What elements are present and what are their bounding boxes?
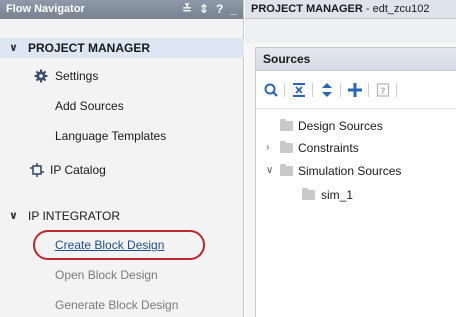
nav-item-label: IP Catalog (50, 163, 106, 177)
svg-text:?: ? (380, 87, 385, 97)
add-icon[interactable] (347, 81, 363, 99)
toolbar-separator (340, 83, 341, 97)
chevron-right-icon[interactable]: › (266, 139, 269, 157)
nav-item-create-block-design[interactable]: Create Block Design (0, 235, 244, 255)
project-manager-title-bold: PROJECT MANAGER (251, 3, 363, 15)
flow-navigator-tools: ≚ ⇕ ? _ (182, 2, 237, 16)
chevron-down-icon[interactable]: ∨ (9, 38, 18, 58)
toolbar-separator (312, 83, 313, 97)
gear-icon (34, 69, 48, 83)
minimize-icon[interactable]: _ (230, 2, 237, 16)
search-icon[interactable] (263, 81, 279, 99)
nav-item-generate-block-design[interactable]: Generate Block Design (0, 295, 244, 315)
tree-item-label: sim_1 (321, 188, 354, 202)
chevron-down-icon[interactable]: ∨ (266, 162, 273, 180)
project-manager-band (245, 19, 456, 43)
expand-all-icon[interactable] (319, 81, 335, 99)
folder-icon (302, 188, 315, 200)
section-label: IP INTEGRATOR (28, 209, 121, 223)
help-icon[interactable]: ? (216, 2, 223, 16)
sources-panel-header[interactable]: Sources (255, 47, 456, 71)
flow-navigator-title: Flow Navigator (6, 3, 85, 15)
nav-item-open-block-design[interactable]: Open Block Design (0, 265, 244, 285)
nav-item-language-templates[interactable]: Language Templates (0, 126, 244, 146)
chevron-down-icon[interactable]: ∨ (9, 206, 18, 226)
flow-navigator-header: Flow Navigator ≚ ⇕ ? _ (0, 0, 243, 19)
nav-item-label: Open Block Design (55, 268, 158, 282)
toolbar-separator (396, 83, 397, 97)
tree-item-label: Simulation Sources (298, 164, 402, 178)
tree-item-label: Design Sources (298, 119, 383, 133)
toolbar-separator (368, 83, 369, 97)
collapse-all-icon[interactable]: ≚ (182, 2, 192, 16)
nav-item-ip-catalog[interactable]: IP Catalog (0, 160, 244, 180)
folder-icon (280, 164, 293, 176)
folder-icon (280, 141, 293, 153)
sources-title: Sources (263, 52, 311, 66)
nav-item-settings[interactable]: Settings (0, 66, 244, 86)
section-ip-integrator[interactable]: ∨ IP INTEGRATOR (0, 206, 244, 226)
section-project-manager[interactable]: ∨ PROJECT MANAGER (0, 38, 244, 58)
folder-icon (280, 119, 293, 131)
nav-item-label: Settings (55, 69, 99, 83)
sources-panel: ? Design Sources › Constraints ∨ Simulat… (255, 71, 456, 317)
properties-icon[interactable]: ? (375, 81, 391, 99)
flow-navigator-panel: Flow Navigator ≚ ⇕ ? _ ∨ PROJECT MANAGER… (0, 0, 244, 317)
nav-item-label: Generate Block Design (55, 298, 179, 312)
nav-item-label: Language Templates (55, 129, 167, 143)
tree-item-label: Constraints (298, 141, 359, 155)
sources-toolbar: ? (256, 71, 456, 109)
expand-all-icon[interactable]: ⇕ (199, 2, 209, 16)
project-manager-title: PROJECT MANAGER - edt_zcu102 (245, 0, 456, 19)
nav-item-add-sources[interactable]: Add Sources (0, 96, 244, 116)
project-manager-panel: PROJECT MANAGER - edt_zcu102 Sources ? D… (245, 0, 456, 317)
collapse-all-icon[interactable] (291, 81, 307, 99)
toolbar-separator (284, 83, 285, 97)
project-manager-title-project: - edt_zcu102 (362, 3, 430, 15)
nav-item-label: Add Sources (55, 99, 124, 113)
create-block-design-link[interactable]: Create Block Design (55, 235, 164, 255)
section-label: PROJECT MANAGER (28, 41, 151, 55)
ip-catalog-icon (30, 163, 44, 177)
